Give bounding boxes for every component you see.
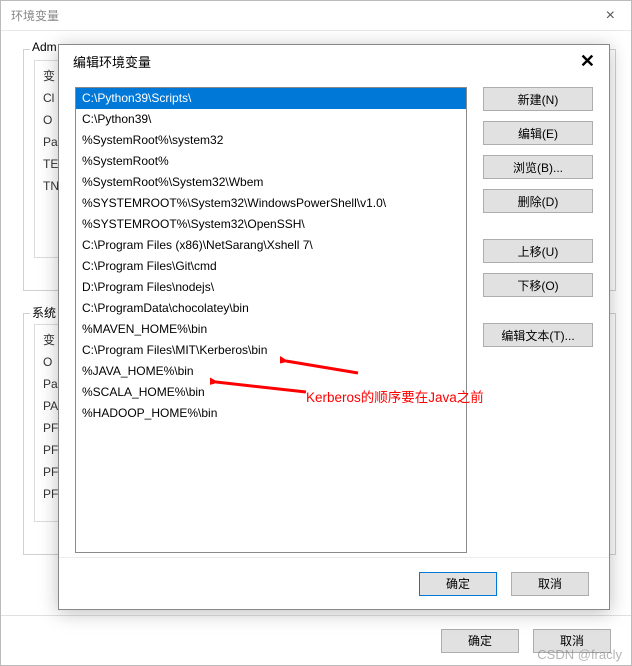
path-item[interactable]: %SYSTEMROOT%\System32\WindowsPowerShell\… [76, 193, 466, 214]
moveup-button[interactable]: 上移(U) [483, 239, 593, 263]
inner-title: 编辑环境变量 [73, 52, 576, 71]
edit-env-var-dialog: 编辑环境变量 ✕ C:\Python39\Scripts\C:\Python39… [58, 44, 610, 610]
delete-button[interactable]: 删除(D) [483, 189, 593, 213]
inner-footer: 确定 取消 [59, 557, 609, 609]
path-item[interactable]: %SCALA_HOME%\bin [76, 382, 466, 403]
system-vars-label: 系统 [30, 304, 58, 321]
inner-body: C:\Python39\Scripts\C:\Python39\%SystemR… [59, 77, 609, 557]
path-item[interactable]: C:\Program Files\Git\cmd [76, 256, 466, 277]
outer-title: 环境变量 [11, 7, 600, 24]
new-button[interactable]: 新建(N) [483, 87, 593, 111]
path-item[interactable]: C:\Python39\Scripts\ [76, 88, 466, 109]
path-item[interactable]: C:\Program Files (x86)\NetSarang\Xshell … [76, 235, 466, 256]
user-vars-label: Adm [30, 40, 59, 54]
outer-close-icon[interactable]: × [600, 7, 621, 25]
path-item[interactable]: D:\Program Files\nodejs\ [76, 277, 466, 298]
path-item[interactable]: %SystemRoot%\system32 [76, 130, 466, 151]
path-item[interactable]: %SYSTEMROOT%\System32\OpenSSH\ [76, 214, 466, 235]
side-buttons: 新建(N) 编辑(E) 浏览(B)... 删除(D) 上移(U) 下移(O) 编… [483, 87, 593, 553]
movedown-button[interactable]: 下移(O) [483, 273, 593, 297]
path-item[interactable]: C:\Python39\ [76, 109, 466, 130]
outer-footer: 确定 取消 [1, 615, 631, 665]
path-item[interactable]: %JAVA_HOME%\bin [76, 361, 466, 382]
path-item[interactable]: %SystemRoot%\System32\Wbem [76, 172, 466, 193]
path-item[interactable]: C:\ProgramData\chocolatey\bin [76, 298, 466, 319]
inner-titlebar: 编辑环境变量 ✕ [59, 45, 609, 77]
path-item[interactable]: %MAVEN_HOME%\bin [76, 319, 466, 340]
path-item[interactable]: %HADOOP_HOME%\bin [76, 403, 466, 424]
path-item[interactable]: %SystemRoot% [76, 151, 466, 172]
path-item[interactable]: C:\Program Files\MIT\Kerberos\bin [76, 340, 466, 361]
browse-button[interactable]: 浏览(B)... [483, 155, 593, 179]
edit-text-button[interactable]: 编辑文本(T)... [483, 323, 593, 347]
edit-button[interactable]: 编辑(E) [483, 121, 593, 145]
path-list[interactable]: C:\Python39\Scripts\C:\Python39\%SystemR… [75, 87, 467, 553]
inner-close-icon[interactable]: ✕ [576, 51, 599, 72]
inner-cancel-button[interactable]: 取消 [511, 572, 589, 596]
inner-ok-button[interactable]: 确定 [419, 572, 497, 596]
outer-ok-button[interactable]: 确定 [441, 629, 519, 653]
outer-cancel-button[interactable]: 取消 [533, 629, 611, 653]
outer-titlebar: 环境变量 × [1, 1, 631, 31]
